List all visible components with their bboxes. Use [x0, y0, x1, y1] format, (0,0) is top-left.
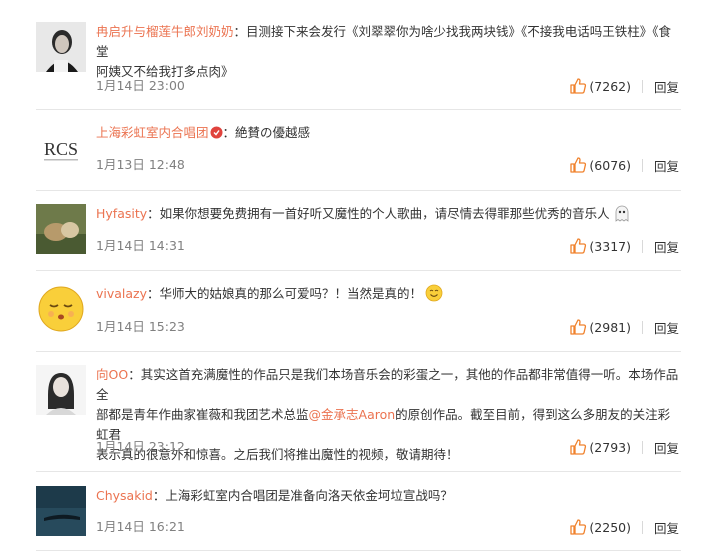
divider: [641, 79, 643, 93]
comment-username[interactable]: vivalazy: [96, 286, 147, 301]
separator: ：: [128, 367, 141, 382]
mention-link[interactable]: @金承志Aaron: [309, 407, 396, 422]
avatar[interactable]: [36, 486, 86, 536]
comment-text: 其实这首充满魔性的作品只是我们本场音乐会的彩蛋之一，其他的作品都非常值得一听。本…: [96, 367, 679, 402]
like-count: (6076): [589, 157, 631, 173]
comment-item: RCS 上海彩虹室内合唱团 ：絶賛の優越感 1月13日 12:48 (6076) …: [36, 117, 681, 181]
like-button[interactable]: (3317): [569, 237, 631, 255]
reply-button[interactable]: 回复: [654, 318, 679, 337]
avatar[interactable]: [36, 204, 86, 254]
comment-username[interactable]: 冉启升与榴莲牛郎刘奶奶: [96, 24, 234, 39]
like-count: (3317): [589, 238, 631, 254]
comment-actions: (2793) 回复: [569, 436, 679, 458]
reply-button[interactable]: 回复: [654, 518, 679, 537]
like-button[interactable]: (2250): [569, 518, 631, 536]
comment-time: 1月14日 16:21: [96, 519, 185, 534]
separator: ：: [152, 488, 166, 503]
comment-time: 1月14日 15:23: [96, 319, 185, 334]
divider: [36, 471, 681, 472]
comment-time: 1月14日 23:12: [96, 439, 185, 454]
comment-body: vivalazy：华师大的姑娘真的那么可爱吗？！当然是真的！: [96, 284, 681, 304]
comment-actions: (7262) 回复: [569, 75, 679, 97]
like-count: (7262): [589, 78, 631, 94]
comment-username[interactable]: Hyfasity: [96, 206, 147, 221]
reply-button[interactable]: 回复: [654, 237, 679, 256]
ghost-emoji-icon: [615, 205, 629, 222]
comment-actions: (2981) 回复: [569, 316, 679, 338]
divider: [641, 440, 643, 454]
divider: [641, 158, 643, 172]
separator: ：: [147, 206, 160, 221]
like-count: (2981): [589, 319, 631, 335]
comment-actions: (6076) 回复: [569, 154, 679, 176]
comment-username[interactable]: 上海彩虹室内合唱团: [96, 125, 209, 140]
rcs-logo: RCS: [44, 139, 78, 159]
like-button[interactable]: (7262): [569, 77, 631, 95]
comment-body: 冉启升与榴莲牛郎刘奶奶：目测接下来会发行《刘翠翠你为啥少找我两块钱》《不接我电话…: [96, 22, 681, 82]
divider: [641, 320, 643, 334]
comment-time: 1月14日 23:00: [96, 78, 185, 93]
thumbs-up-icon: [570, 78, 587, 94]
avatar[interactable]: [36, 22, 86, 72]
comment-actions: (2250) 回复: [569, 516, 679, 538]
comment-feed: 冉启升与榴莲牛郎刘奶奶：目测接下来会发行《刘翠翠你为啥少找我两块钱》《不接我电话…: [0, 0, 717, 559]
avatar[interactable]: [36, 365, 86, 415]
divider: [36, 351, 681, 352]
comment-time: 1月14日 14:31: [96, 238, 185, 253]
verified-badge-icon: [210, 126, 223, 139]
comment-meta: 1月14日 16:21 (2250) 回复: [96, 516, 681, 538]
comment-body: 上海彩虹室内合唱团 ：絶賛の優越感: [96, 123, 681, 143]
like-button[interactable]: (2793): [569, 438, 631, 456]
reply-button[interactable]: 回复: [654, 77, 679, 96]
like-count: (2793): [589, 439, 631, 455]
comment-text: 絶賛の優越感: [235, 125, 311, 140]
comment-meta: 1月14日 23:00 (7262) 回复: [96, 75, 681, 97]
comment-text: 华师大的姑娘真的那么可爱吗？！当然是真的！: [159, 286, 423, 301]
divider: [641, 239, 643, 253]
comment-item: vivalazy：华师大的姑娘真的那么可爱吗？！当然是真的！ 1月14日 15:…: [36, 280, 681, 344]
comment-text: 部都是青年作曲家崔薇和我团艺术总监: [96, 407, 309, 422]
comment-text: 上海彩虹室内合唱团是准备向洛天依金坷垃宣战吗？: [165, 488, 453, 503]
comment-item: 冉启升与榴莲牛郎刘奶奶：目测接下来会发行《刘翠翠你为啥少找我两块钱》《不接我电话…: [36, 18, 681, 110]
avatar[interactable]: [36, 284, 86, 334]
divider: [36, 109, 681, 110]
comment-actions: (3317) 回复: [569, 235, 679, 257]
reply-button[interactable]: 回复: [654, 156, 679, 175]
like-button[interactable]: (2981): [569, 318, 631, 336]
comment-username[interactable]: 向OO: [96, 367, 128, 382]
comment-username[interactable]: Chysakid: [96, 488, 153, 503]
comment-meta: 1月14日 23:12 (2793) 回复: [96, 436, 681, 458]
comment-item: Chysakid：上海彩虹室内合唱团是准备向洛天依金坷垃宣战吗？ 1月14日 1…: [36, 482, 681, 546]
thumbs-up-icon: [570, 238, 587, 254]
comment-text: 如果你想要免费拥有一首好听又魔性的个人歌曲，请尽情去得罪那些优秀的音乐人: [159, 206, 610, 221]
comment-meta: 1月14日 14:31 (3317) 回复: [96, 235, 681, 257]
smile-emoji-icon: [425, 284, 443, 302]
divider: [36, 270, 681, 271]
separator: ：: [222, 125, 236, 140]
thumbs-up-icon: [570, 439, 587, 455]
comment-item: 向OO：其实这首充满魔性的作品只是我们本场音乐会的彩蛋之一，其他的作品都非常值得…: [36, 361, 681, 469]
like-button[interactable]: (6076): [569, 156, 631, 174]
separator: ：: [233, 24, 247, 39]
comment-body: Hyfasity：如果你想要免费拥有一首好听又魔性的个人歌曲，请尽情去得罪那些优…: [96, 204, 681, 224]
reply-button[interactable]: 回复: [654, 438, 679, 457]
comment-body: Chysakid：上海彩虹室内合唱团是准备向洛天依金坷垃宣战吗？: [96, 486, 681, 506]
like-count: (2250): [589, 519, 631, 535]
comment-item: Hyfasity：如果你想要免费拥有一首好听又魔性的个人歌曲，请尽情去得罪那些优…: [36, 200, 681, 262]
thumbs-up-icon: [570, 157, 587, 173]
comment-meta: 1月13日 12:48 (6076) 回复: [96, 154, 681, 176]
avatar[interactable]: RCS: [36, 123, 86, 173]
divider: [641, 520, 643, 534]
comment-meta: 1月14日 15:23 (2981) 回复: [96, 316, 681, 338]
separator: ：: [147, 286, 160, 301]
comment-time: 1月13日 12:48: [96, 157, 185, 172]
divider: [36, 550, 681, 551]
thumbs-up-icon: [570, 519, 587, 535]
thumbs-up-icon: [570, 319, 587, 335]
divider: [36, 190, 681, 191]
